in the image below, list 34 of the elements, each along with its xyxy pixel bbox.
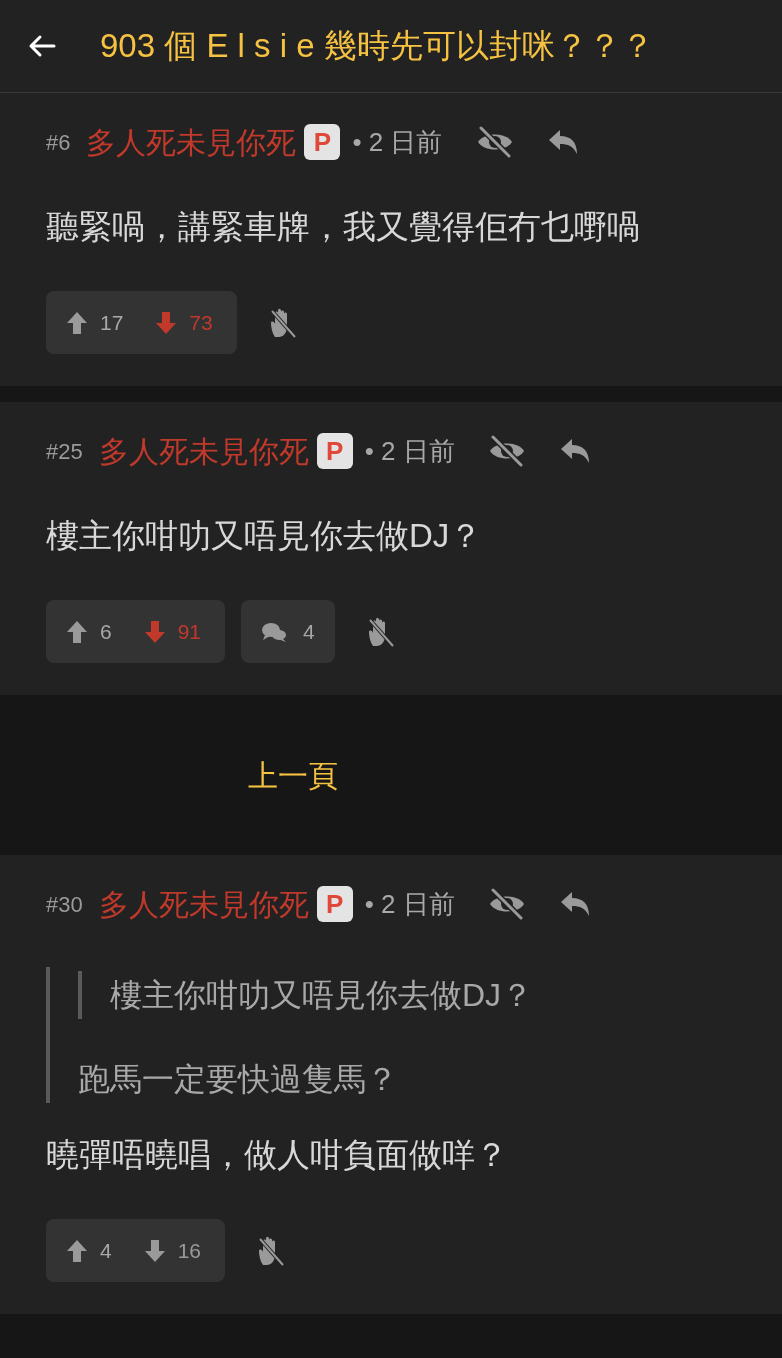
up-arrow-icon bbox=[66, 1238, 88, 1263]
post-body: 曉彈唔曉唱，做人咁負面做咩？ bbox=[46, 1135, 509, 1175]
hand-slash-icon[interactable] bbox=[257, 1234, 286, 1267]
downvote-button[interactable]: 16 bbox=[143, 1234, 202, 1267]
post-time: • 2 日前 bbox=[352, 125, 443, 159]
up-arrow-icon bbox=[66, 310, 88, 335]
post-number: #6 bbox=[46, 128, 71, 157]
previous-page-link[interactable]: 上一頁 bbox=[247, 752, 338, 798]
upvote-button[interactable]: 4 bbox=[66, 1234, 112, 1267]
comments-icon bbox=[261, 620, 288, 643]
thread-title: 903 個 E l s i e 幾時先可以封咪？？？ bbox=[100, 26, 654, 67]
author-badge: P bbox=[304, 124, 341, 160]
author-name[interactable]: 多人死未見你死 bbox=[98, 881, 309, 927]
upvote-button[interactable]: 17 bbox=[66, 306, 124, 339]
comments-button[interactable]: 4 bbox=[241, 600, 335, 663]
up-arrow-icon bbox=[66, 619, 88, 644]
quote-text: 樓主你咁叻又唔見你去做DJ？ bbox=[110, 976, 535, 1015]
author-name[interactable]: 多人死未見你死 bbox=[86, 119, 297, 165]
post-number: #30 bbox=[46, 890, 83, 919]
post-body: 聽緊喎，講緊車牌，我又覺得佢冇乜嘢喎 bbox=[46, 207, 641, 247]
author-name[interactable]: 多人死未見你死 bbox=[98, 428, 309, 474]
post-time: • 2 日前 bbox=[364, 887, 455, 921]
post-time: • 2 日前 bbox=[364, 434, 455, 468]
downvote-button[interactable]: 91 bbox=[143, 615, 202, 648]
post-number: #25 bbox=[46, 437, 83, 466]
upvote-button[interactable]: 6 bbox=[66, 615, 112, 648]
back-arrow-icon[interactable] bbox=[28, 34, 56, 58]
author-badge: P bbox=[316, 433, 353, 469]
hand-slash-icon[interactable] bbox=[268, 306, 297, 339]
post-body: 樓主你咁叻又唔見你去做DJ？ bbox=[46, 516, 484, 556]
author-badge: P bbox=[316, 886, 353, 922]
quote-text: 跑馬一定要快過隻馬？ bbox=[78, 1060, 399, 1099]
downvote-button[interactable]: 73 bbox=[155, 306, 213, 339]
hand-slash-icon[interactable] bbox=[366, 615, 395, 648]
